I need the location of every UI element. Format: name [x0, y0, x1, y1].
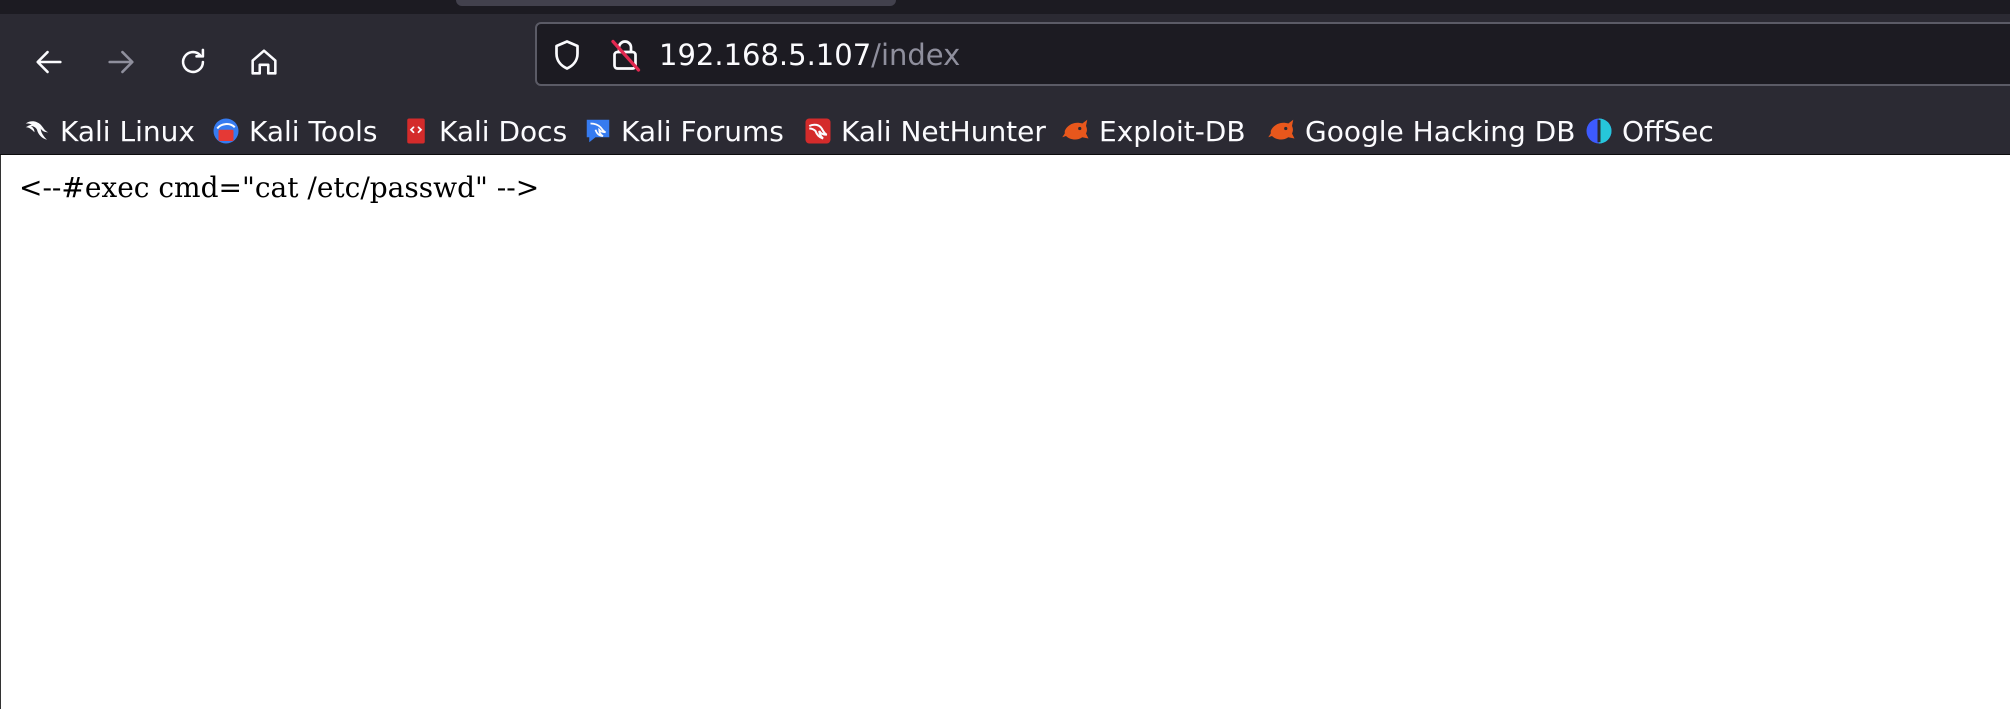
kali-docs-icon — [407, 118, 425, 144]
reload-icon — [181, 48, 205, 74]
back-button[interactable] — [23, 36, 75, 88]
kali-tools-icon — [213, 118, 239, 144]
url-text[interactable]: 192.168.5.107/index — [659, 33, 960, 77]
bookmark-kali-nethunter[interactable]: Kali NetHunter — [803, 108, 1046, 154]
exploit-db-icon — [1062, 119, 1089, 140]
page-body-text: <--#exec cmd="cat /etc/passwd" --> — [19, 171, 540, 204]
navigation-toolbar: 192.168.5.107/index — [0, 14, 2010, 108]
bookmark-kali-linux[interactable]: Kali Linux — [22, 108, 195, 154]
bookmark-offsec[interactable]: OffSec — [1584, 108, 1714, 154]
home-icon — [251, 49, 277, 75]
bookmark-label: Kali NetHunter — [841, 114, 1046, 148]
bookmark-kali-tools[interactable]: Kali Tools — [211, 108, 377, 154]
lock-crossed-icon[interactable] — [607, 37, 643, 73]
kali-dragon-icon — [25, 121, 49, 140]
bookmark-label: Exploit-DB — [1099, 114, 1246, 148]
google-hacking-db-icon — [1268, 119, 1295, 140]
page-content: <--#exec cmd="cat /etc/passwd" --> — [0, 155, 2010, 709]
url-host: 192.168.5.107 — [659, 38, 872, 72]
active-tab-edge[interactable] — [456, 0, 896, 6]
bookmark-label: Kali Docs — [439, 114, 568, 148]
address-bar[interactable]: 192.168.5.107/index — [535, 22, 2010, 86]
bookmark-label: OffSec — [1622, 114, 1714, 148]
arrow-left-icon — [36, 50, 62, 74]
url-path: /index — [871, 38, 961, 72]
arrow-right-icon — [108, 50, 134, 74]
bookmark-label: Kali Tools — [249, 114, 378, 148]
bookmark-label: Google Hacking DB — [1305, 114, 1576, 148]
reload-button[interactable] — [167, 36, 219, 88]
tab-strip — [0, 0, 2010, 14]
bookmark-google-hacking-db[interactable]: Google Hacking DB — [1267, 108, 1575, 154]
kali-forums-icon — [586, 119, 610, 143]
bookmark-label: Kali Linux — [60, 114, 195, 148]
bookmark-exploit-db[interactable]: Exploit-DB — [1061, 108, 1246, 154]
bookmark-kali-docs[interactable]: Kali Docs — [401, 108, 567, 154]
home-button[interactable] — [238, 36, 290, 88]
offsec-icon — [1586, 118, 1612, 144]
forward-button[interactable] — [95, 36, 147, 88]
shield-icon[interactable] — [549, 37, 585, 73]
bookmark-kali-forums[interactable]: Kali Forums — [583, 108, 784, 154]
bookmarks-toolbar: Kali Linux Kali Tools Kali Docs Kali For… — [0, 108, 2010, 155]
bookmark-label: Kali Forums — [621, 114, 784, 148]
kali-nethunter-icon — [805, 118, 831, 144]
